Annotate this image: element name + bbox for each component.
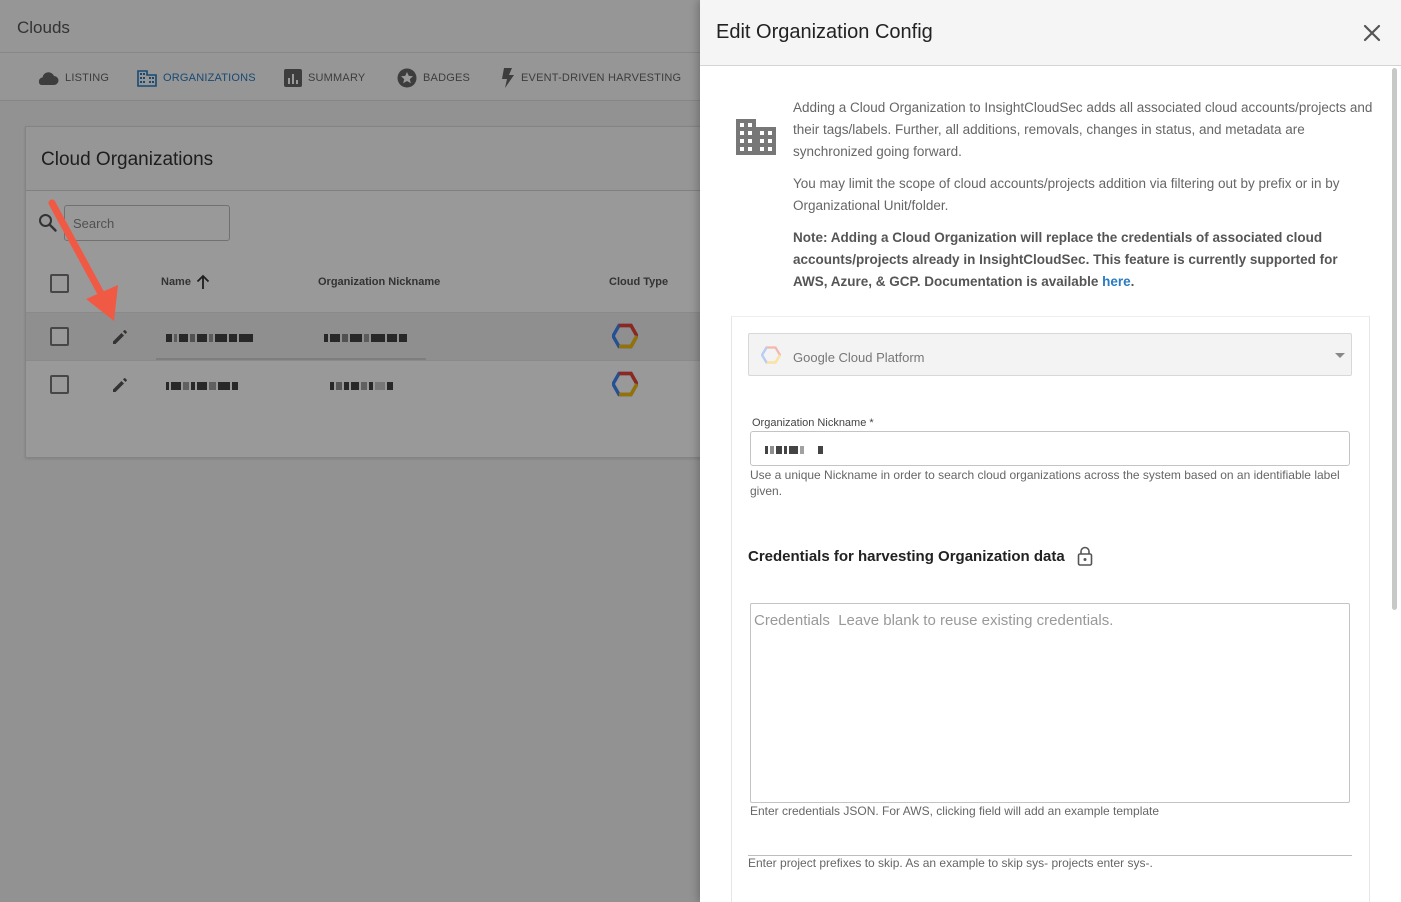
cloud-type-select[interactable]: Google Cloud Platform [748, 333, 1352, 376]
edit-organization-drawer: Edit Organization Config Adding a Cloud … [700, 0, 1401, 902]
scope-paragraph: You may limit the scope of cloud account… [793, 176, 1340, 213]
note-end: . [1130, 274, 1135, 289]
credentials-input[interactable] [750, 603, 1350, 803]
drawer-header: Edit Organization Config [700, 0, 1401, 66]
documentation-link[interactable]: here [1102, 274, 1131, 289]
note-paragraph: Note: Adding a Cloud Organization will r… [793, 227, 1373, 293]
nickname-help: Use a unique Nickname in order to search… [750, 468, 1340, 498]
drawer-scrollbar[interactable] [1392, 68, 1397, 610]
chevron-down-icon [1335, 353, 1345, 358]
intro-paragraph: Adding a Cloud Organization to InsightCl… [793, 100, 1373, 159]
credentials-title: Credentials for harvesting Organization … [748, 547, 1065, 565]
nickname-label: Organization Nickname * [752, 417, 874, 429]
lock-icon[interactable] [1077, 546, 1093, 566]
credentials-heading: Credentials for harvesting Organization … [748, 546, 1093, 566]
office-building-icon [736, 119, 776, 155]
close-icon[interactable] [1361, 22, 1383, 44]
note-text: Note: Adding a Cloud Organization will r… [793, 230, 1338, 289]
annotation-arrow-icon [48, 199, 118, 321]
nickname-field[interactable] [750, 431, 1350, 466]
credentials-help: Enter credentials JSON. For AWS, clickin… [750, 804, 1160, 818]
gcp-logo-icon [761, 346, 781, 364]
prefix-help: Enter project prefixes to skip. As an ex… [748, 856, 1153, 870]
drawer-title: Edit Organization Config [716, 21, 933, 43]
cloud-type-value: Google Cloud Platform [793, 350, 925, 365]
redacted-nickname-value [765, 445, 823, 454]
